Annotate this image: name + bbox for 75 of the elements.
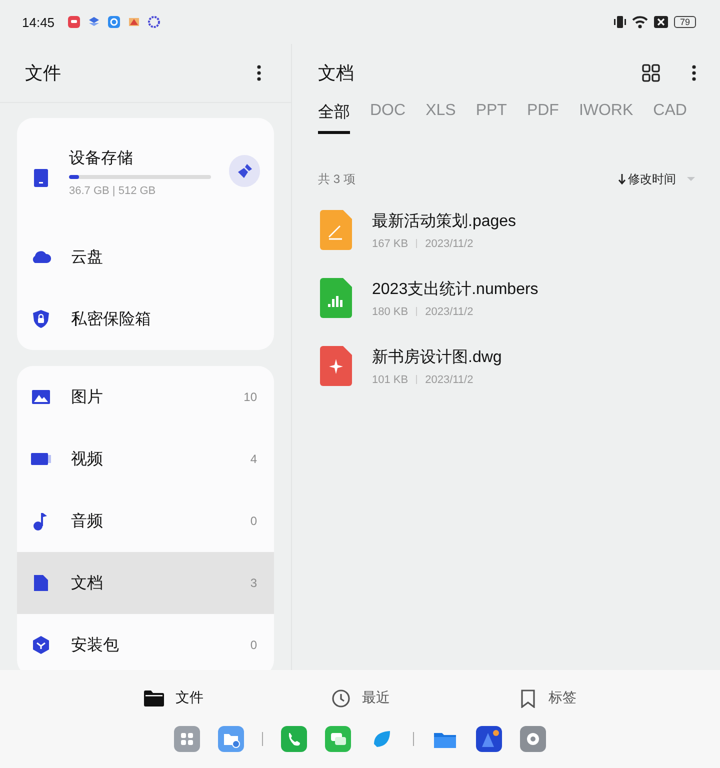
battery-icon: 79 [674, 16, 696, 28]
package-icon [31, 635, 51, 655]
file-size: 180 KB [372, 306, 408, 318]
arrow-down-icon [618, 173, 626, 185]
drawing-file-icon [320, 346, 352, 386]
nav-tab[interactable]: 标签 [512, 684, 581, 712]
notification-icon [146, 15, 161, 29]
more-icon[interactable] [257, 65, 261, 81]
shield-lock-icon [31, 309, 51, 329]
item-count: 4 [250, 452, 257, 466]
app-grid-icon[interactable] [174, 726, 200, 752]
item-count: 0 [250, 514, 257, 528]
item-count: 3 [250, 576, 257, 590]
clock-icon [330, 688, 352, 708]
notification-icon [106, 15, 121, 29]
filter-tab[interactable]: 全部 [318, 102, 350, 134]
sort-button[interactable]: 修改时间 [618, 170, 696, 188]
message-app-icon[interactable] [325, 726, 351, 752]
wifi-icon [632, 15, 648, 29]
notification-icon [86, 15, 101, 29]
caret-icon [686, 176, 696, 182]
list-item[interactable]: 云盘 [17, 226, 274, 288]
notification-icon [126, 15, 141, 29]
gallery-app-icon[interactable] [476, 726, 502, 752]
pane-title: 文件 [25, 62, 61, 85]
file-name: 2023支出统计.numbers [372, 280, 538, 300]
pages-file-icon [320, 210, 352, 250]
no-sim-icon [654, 16, 668, 28]
clean-button[interactable] [229, 155, 260, 187]
file-name: 最新活动策划.pages [372, 212, 516, 232]
nav-tab[interactable]: 文件 [139, 684, 208, 712]
file-item[interactable]: 最新活动策划.pages 167 KB 2023/11/2 [318, 196, 696, 264]
file-name: 新书房设计图.dwg [372, 348, 502, 368]
file-date: 2023/11/2 [425, 374, 474, 386]
folder-app-icon[interactable] [218, 726, 244, 752]
grid-view-icon[interactable] [642, 64, 660, 82]
file-date: 2023/11/2 [425, 306, 474, 318]
chart-file-icon [320, 278, 352, 318]
category-item[interactable]: 文档 3 [17, 552, 274, 614]
item-label: 音频 [71, 512, 104, 532]
vibrate-icon [614, 15, 626, 29]
item-label: 视频 [71, 450, 104, 470]
status-time: 14:45 [22, 14, 55, 30]
category-item[interactable]: 图片 10 [17, 366, 274, 428]
pane-title: 文档 [318, 62, 355, 85]
list-item[interactable]: 私密保险箱 [17, 288, 274, 350]
list-item[interactable]: 设备存储 36.7 GB | 512 GB [17, 118, 274, 226]
file-size: 167 KB [372, 238, 408, 250]
item-label: 云盘 [71, 248, 103, 268]
file-item[interactable]: 新书房设计图.dwg 101 KB 2023/11/2 [318, 332, 696, 400]
category-item[interactable]: 安装包 0 [17, 614, 274, 670]
category-item[interactable]: 视频 4 [17, 428, 274, 490]
more-icon[interactable] [692, 65, 696, 81]
item-label: 文档 [71, 574, 104, 594]
item-count: 10 [244, 390, 257, 404]
storage-label: 设备存储 [69, 148, 134, 168]
item-label: 图片 [71, 388, 104, 408]
image-icon [31, 387, 51, 407]
file-size: 101 KB [372, 374, 408, 386]
item-label: 私密保险箱 [71, 310, 151, 330]
nav-tab[interactable]: 最近 [326, 684, 394, 712]
phone-app-icon[interactable] [281, 726, 307, 752]
notification-icon [66, 15, 81, 29]
item-label: 安装包 [71, 636, 120, 656]
file-date: 2023/11/2 [425, 238, 474, 250]
category-item[interactable]: 音频 0 [17, 490, 274, 552]
document-icon [31, 573, 51, 593]
phone-icon [31, 168, 51, 188]
storage-usage: 36.7 GB | 512 GB [69, 184, 157, 196]
settings-icon[interactable] [520, 726, 546, 752]
file-item[interactable]: 2023支出统计.numbers 180 KB 2023/11/2 [318, 264, 696, 332]
item-count: 0 [250, 638, 257, 652]
item-count: 共 3 项 [318, 170, 356, 188]
broom-icon [236, 163, 252, 179]
folder-icon [143, 688, 166, 708]
